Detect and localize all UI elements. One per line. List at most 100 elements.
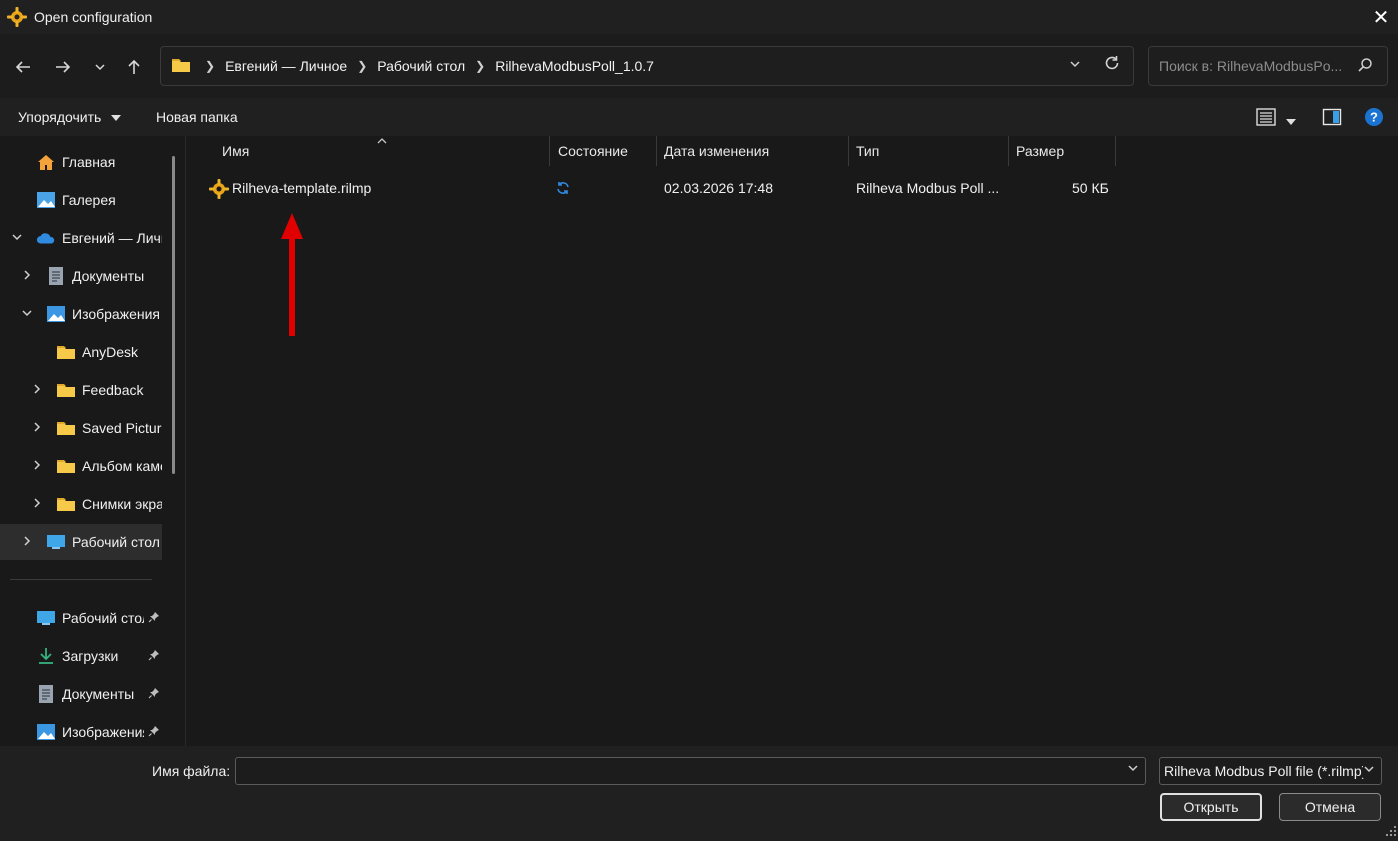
chevron-right-icon[interactable] bbox=[30, 421, 44, 436]
sidebar-item-label: Документы bbox=[62, 686, 135, 702]
sidebar-scrollbar[interactable] bbox=[172, 156, 175, 474]
open-button[interactable]: Открыть bbox=[1160, 793, 1262, 821]
column-header-type[interactable]: Тип bbox=[856, 136, 879, 166]
quick-access-pictures[interactable]: Изображения bbox=[0, 714, 162, 750]
pin-icon[interactable] bbox=[148, 611, 160, 626]
file-type-filter-value: Rilheva Modbus Poll file (*.rilmp) bbox=[1164, 763, 1367, 779]
address-row: ❯ Евгений — Личное ❯ Рабочий стол ❯ Rilh… bbox=[0, 34, 1398, 98]
view-mode-button[interactable] bbox=[1256, 107, 1276, 130]
close-button[interactable]: ✕ bbox=[1364, 0, 1398, 34]
pin-icon[interactable] bbox=[148, 725, 160, 740]
resize-grip-icon[interactable] bbox=[1386, 826, 1396, 839]
breadcrumb-item[interactable]: Рабочий стол bbox=[377, 58, 465, 74]
window-title: Open configuration bbox=[34, 9, 153, 25]
cancel-button[interactable]: Отмена bbox=[1279, 793, 1381, 821]
column-header-date[interactable]: Дата изменения bbox=[664, 136, 769, 166]
sync-icon bbox=[556, 181, 570, 198]
pictures-icon bbox=[36, 722, 56, 742]
forward-button[interactable] bbox=[48, 52, 78, 82]
folder-icon bbox=[56, 456, 76, 476]
gallery-icon bbox=[36, 190, 56, 210]
file-row[interactable]: Rilheva-template.rilmp 02.03.2026 17:48 … bbox=[204, 174, 1124, 204]
breadcrumb-item[interactable]: Евгений — Личное bbox=[225, 58, 347, 74]
sidebar-item-desktop[interactable]: Рабочий стол bbox=[0, 524, 162, 560]
sidebar-item-label: Изображения bbox=[62, 724, 144, 740]
sidebar-item-label: Галерея bbox=[62, 192, 116, 208]
folder-icon bbox=[171, 57, 191, 76]
sidebar-item-label: Рабочий стол bbox=[72, 534, 160, 550]
sidebar-item-gallery[interactable]: Галерея bbox=[0, 182, 162, 218]
preview-pane-button[interactable] bbox=[1322, 107, 1342, 130]
file-type-filter[interactable]: Rilheva Modbus Poll file (*.rilmp) bbox=[1159, 757, 1382, 785]
column-header-name[interactable]: Имя bbox=[222, 136, 249, 166]
help-button[interactable]: ? bbox=[1364, 107, 1384, 130]
quick-access-desktop[interactable]: Рабочий стол bbox=[0, 600, 162, 636]
column-divider[interactable] bbox=[848, 136, 849, 166]
sidebar-item-documents[interactable]: Документы bbox=[0, 258, 162, 294]
sidebar-item-label: Saved Pictures bbox=[82, 420, 162, 436]
arrow-left-icon bbox=[15, 61, 30, 73]
column-divider[interactable] bbox=[1008, 136, 1009, 166]
refresh-icon[interactable] bbox=[1103, 54, 1121, 77]
pin-icon[interactable] bbox=[148, 649, 160, 664]
chevron-right-icon[interactable] bbox=[20, 269, 34, 284]
column-divider[interactable] bbox=[549, 136, 550, 166]
sidebar-item-label: Главная bbox=[62, 154, 116, 170]
chevron-down-icon bbox=[95, 64, 105, 71]
chevron-right-icon[interactable] bbox=[30, 383, 44, 398]
file-name: Rilheva-template.rilmp bbox=[232, 180, 372, 196]
sidebar-item-onedrive[interactable]: Евгений — Личное bbox=[0, 220, 162, 256]
folder-icon bbox=[56, 494, 76, 514]
arrow-up-icon bbox=[128, 59, 140, 74]
documents-icon bbox=[46, 266, 66, 286]
chevron-right-icon[interactable] bbox=[30, 497, 44, 512]
quick-access-documents[interactable]: Документы bbox=[0, 676, 162, 712]
documents-icon bbox=[36, 684, 56, 704]
quick-access-downloads[interactable]: Загрузки bbox=[0, 638, 162, 674]
breadcrumb-item[interactable]: RilhevaModbusPoll_1.0.7 bbox=[495, 58, 654, 74]
sidebar-item-label: Рабочий стол bbox=[62, 610, 144, 626]
view-options-dropdown[interactable] bbox=[1286, 113, 1296, 129]
sidebar-item-label: Альбом камеры bbox=[82, 458, 162, 474]
sidebar-item-pictures[interactable]: Изображения bbox=[0, 296, 162, 332]
new-folder-button[interactable]: Новая папка bbox=[156, 109, 238, 125]
sidebar-item-screenshots[interactable]: Снимки экрана bbox=[0, 486, 162, 522]
search-box[interactable] bbox=[1148, 46, 1388, 86]
pin-icon[interactable] bbox=[148, 687, 160, 702]
up-button[interactable] bbox=[119, 52, 149, 82]
recent-locations-button[interactable] bbox=[85, 52, 115, 82]
chevron-right-icon[interactable] bbox=[20, 535, 34, 550]
filename-label: Имя файла: bbox=[152, 763, 231, 779]
sidebar-item-anydesk[interactable]: AnyDesk bbox=[0, 334, 162, 370]
organize-button[interactable]: Упорядочить bbox=[18, 109, 122, 125]
sidebar-item-feedback[interactable]: Feedback bbox=[0, 372, 162, 408]
rilheva-file-icon bbox=[208, 178, 230, 203]
sidebar-divider bbox=[10, 579, 152, 580]
filename-input[interactable] bbox=[242, 758, 1122, 784]
downloads-icon bbox=[36, 646, 56, 666]
chevron-right-icon: ❯ bbox=[475, 59, 486, 73]
column-divider[interactable] bbox=[656, 136, 657, 166]
address-bar[interactable]: ❯ Евгений — Личное ❯ Рабочий стол ❯ Rilh… bbox=[160, 46, 1134, 86]
sidebar-item-label: Снимки экрана bbox=[82, 496, 162, 512]
chevron-down-icon[interactable] bbox=[10, 231, 24, 246]
search-input[interactable] bbox=[1159, 58, 1349, 74]
bottom-bar: Имя файла: Rilheva Modbus Poll file (*.r… bbox=[0, 746, 1398, 841]
sidebar-item-saved-pictures[interactable]: Saved Pictures bbox=[0, 410, 162, 446]
column-divider[interactable] bbox=[1115, 136, 1116, 166]
chevron-down-icon[interactable] bbox=[1127, 762, 1139, 777]
chevron-down-icon bbox=[1363, 763, 1375, 778]
chevron-down-icon[interactable] bbox=[20, 307, 34, 322]
sidebar-item-camera-roll[interactable]: Альбом камеры bbox=[0, 448, 162, 484]
back-button[interactable] bbox=[8, 52, 38, 82]
chevron-right-icon[interactable] bbox=[30, 459, 44, 474]
sidebar-item-home[interactable]: Главная bbox=[0, 144, 162, 180]
svg-text:?: ? bbox=[1370, 110, 1378, 125]
organize-label: Упорядочить bbox=[18, 109, 102, 125]
column-header-status[interactable]: Состояние bbox=[558, 136, 628, 166]
column-header-size[interactable]: Размер bbox=[1016, 136, 1064, 166]
filename-combobox[interactable] bbox=[235, 757, 1146, 785]
sort-ascending-icon bbox=[377, 136, 387, 148]
sidebar-item-label: Feedback bbox=[82, 382, 144, 398]
address-dropdown-icon[interactable] bbox=[1069, 57, 1081, 73]
